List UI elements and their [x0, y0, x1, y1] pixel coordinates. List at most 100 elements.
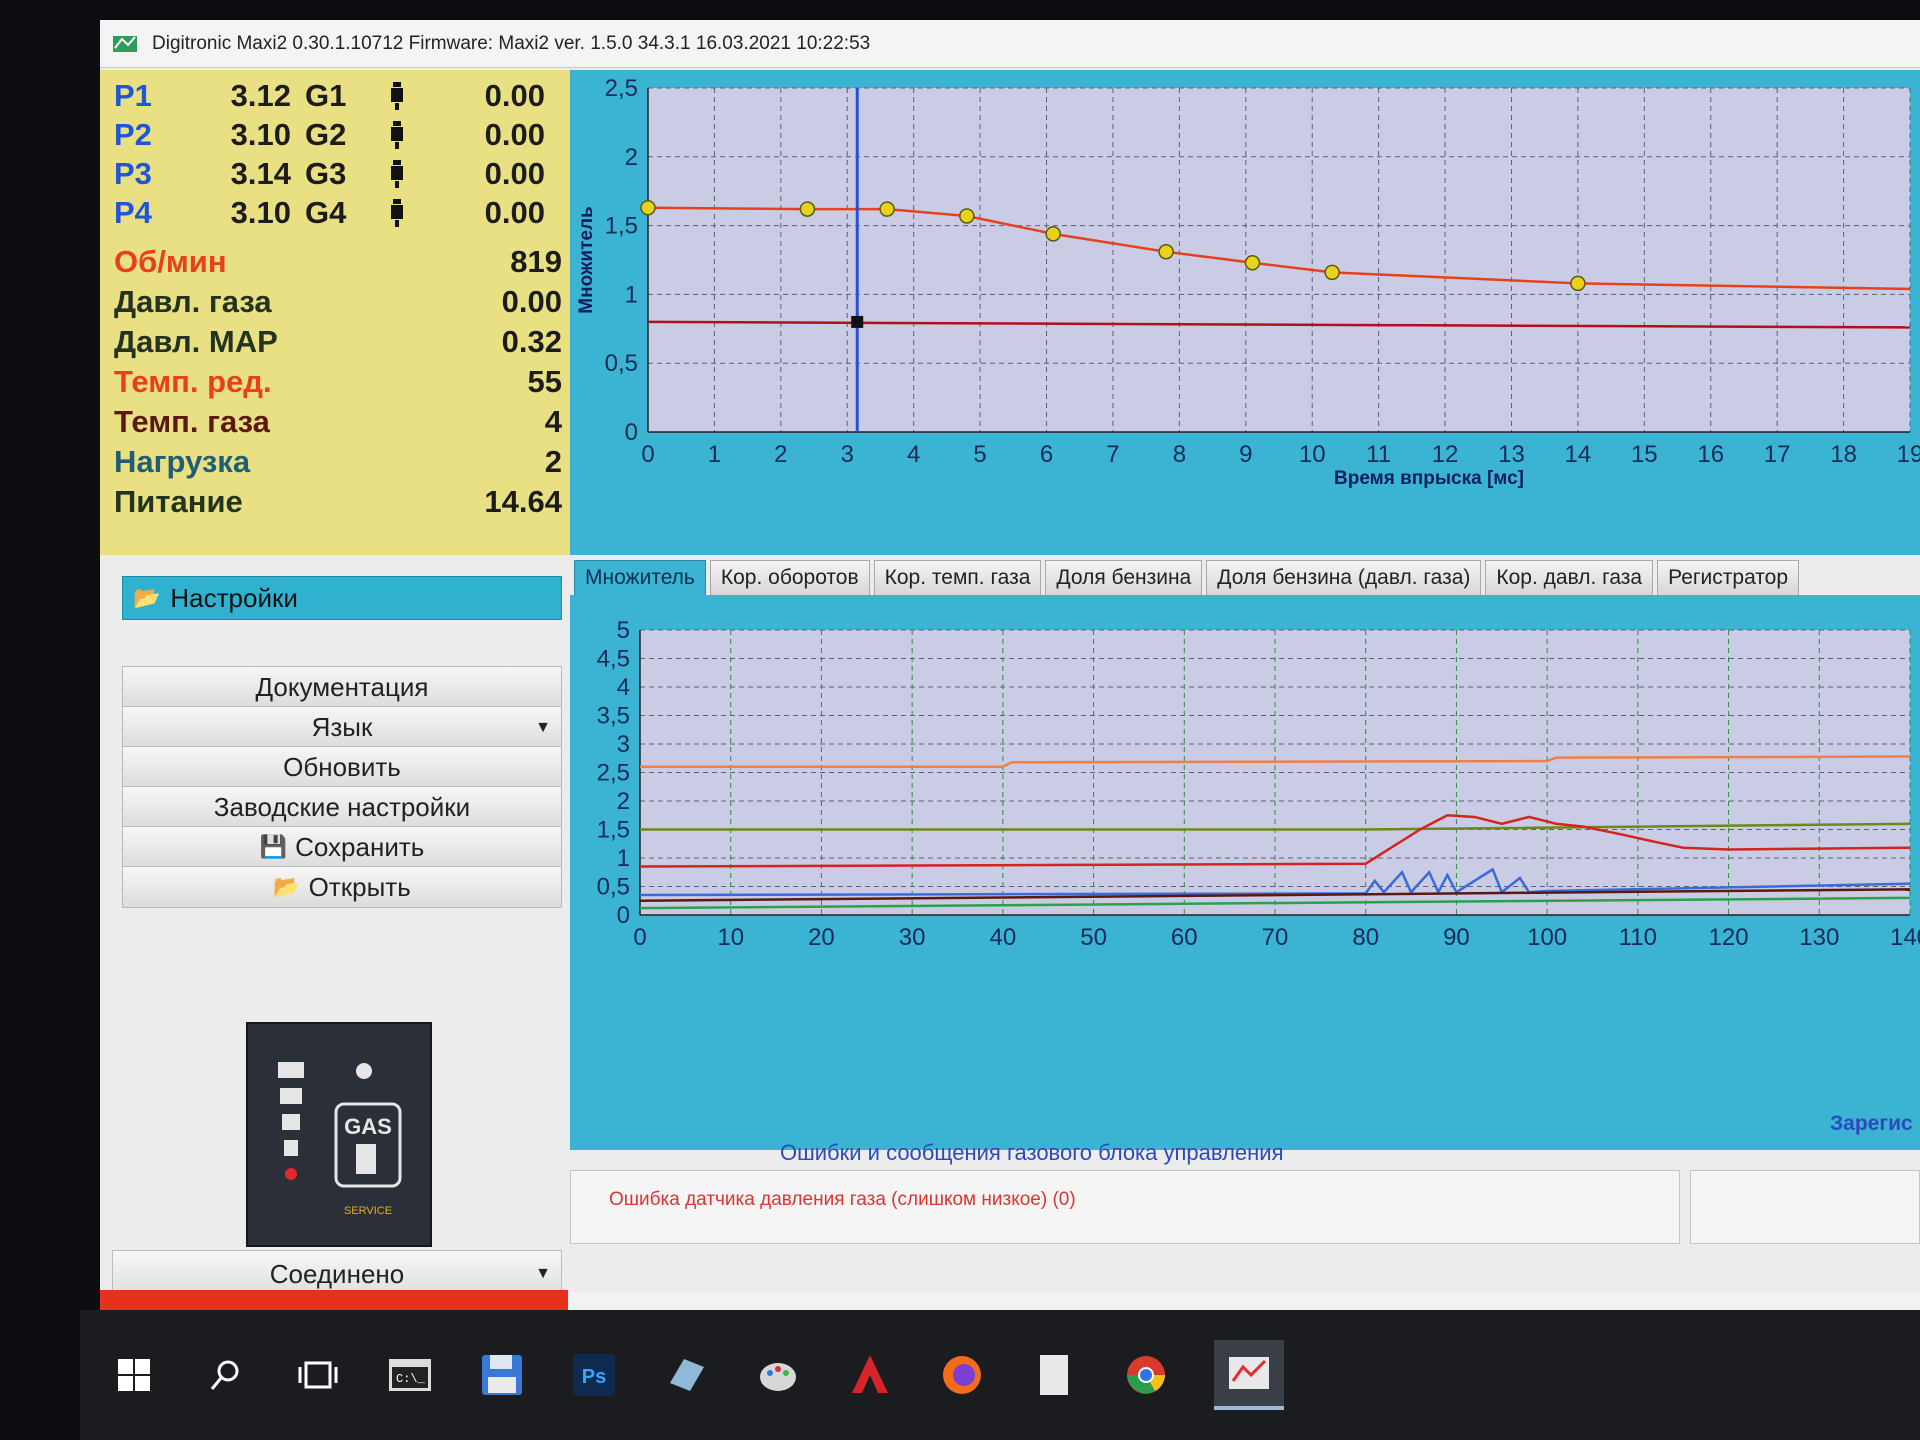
sensor-row: Давл. MAP 0.32 [114, 322, 562, 362]
terminal-icon[interactable]: C:\_ [386, 1351, 434, 1399]
x-tick-label: 11 [1366, 441, 1391, 468]
sensor-row: Об/мин 819 [114, 242, 562, 282]
x-tick-label: 8 [1173, 441, 1186, 468]
firefox-icon[interactable] [938, 1351, 986, 1399]
open-folder-icon: 📂 [273, 874, 301, 899]
search-icon[interactable] [202, 1351, 250, 1399]
y-tick-label: 0 [617, 902, 630, 929]
sensor-value: 2 [544, 444, 562, 479]
factory-settings-button[interactable]: Заводские настройки [122, 786, 562, 828]
windows-start-icon[interactable] [110, 1351, 158, 1399]
open-label: Открыть [308, 871, 411, 902]
refresh-label: Обновить [283, 751, 401, 782]
x-tick-label: 2 [774, 441, 787, 468]
petrol-injector-value: 3.10 [230, 194, 291, 230]
recorder-chart-panel: 0 10 20 30 40 50 60 70 80 90 100 110 120 130 140 00,511… [570, 595, 1920, 1150]
x-tick-label: 110 [1619, 924, 1657, 951]
data-point[interactable] [1570, 275, 1586, 292]
y-tick-label: 2 [617, 788, 630, 815]
x-tick-label: 140 [1890, 924, 1920, 951]
tab-4[interactable]: Доля бензина (давл. газа) [1206, 560, 1482, 596]
documentation-button[interactable]: Документация [122, 666, 562, 708]
x-tick-label: 120 [1709, 924, 1749, 951]
x-tick-label: 50 [1080, 924, 1107, 951]
sensor-value: 14.64 [484, 484, 562, 519]
data-point[interactable] [640, 199, 656, 216]
tab-6[interactable]: Регистратор [1657, 560, 1800, 596]
sensor-label: Нагрузка [114, 444, 251, 479]
errors-title: Ошибки и сообщения газового блока управл… [780, 1140, 1284, 1165]
plot-area [648, 88, 1910, 432]
x-tick-label: 80 [1352, 924, 1379, 951]
message-list[interactable] [1690, 1170, 1920, 1244]
x-tick-label: 14 [1565, 441, 1592, 468]
document-icon[interactable] [1030, 1351, 1078, 1399]
photoshop-icon[interactable]: Ps [570, 1351, 618, 1399]
data-point[interactable] [1324, 264, 1340, 281]
acrobat-icon[interactable] [846, 1351, 894, 1399]
documentation-label: Документация [255, 671, 429, 702]
x-tick-label: 70 [1262, 924, 1289, 951]
tab-5[interactable]: Кор. давл. газа [1485, 560, 1654, 596]
cursor-marker[interactable] [851, 315, 864, 328]
left-menu: 📂 Настройки Документация Язык ▼ Обновить … [100, 560, 570, 1320]
save-button[interactable]: 💾 Сохранить [122, 826, 562, 868]
digitronic-app-icon[interactable] [1214, 1340, 1284, 1410]
sensor-label: Питание [114, 484, 243, 519]
y-tick-label: 5 [617, 617, 630, 644]
settings-button[interactable]: 📂 Настройки [122, 576, 562, 620]
gas-injector-label: G1 [305, 77, 347, 113]
tab-3[interactable]: Доля бензина [1045, 560, 1203, 596]
multiplier-chart[interactable]: 0 1 2 3 4 5 6 7 8 9 10 11 12 13 14 15 16 17 18 1900,511,522… [570, 70, 1920, 555]
recorder-chart[interactable]: 0 10 20 30 40 50 60 70 80 90 100 110 120 130 140 00,511… [570, 595, 1920, 1150]
petrol-injector-label: P2 [114, 116, 152, 152]
register-link[interactable]: Зарегис [1830, 1112, 1913, 1136]
data-point[interactable] [879, 201, 895, 217]
petrol-injector-value: 3.12 [230, 77, 291, 113]
data-point[interactable] [959, 208, 975, 224]
chrome-icon[interactable] [1122, 1351, 1170, 1399]
x-tick-label: 90 [1443, 924, 1470, 951]
sensor-label: Давл. MAP [114, 324, 278, 359]
task-view-icon[interactable] [294, 1351, 342, 1399]
petrol-injector-label: P1 [114, 77, 152, 113]
data-point[interactable] [799, 201, 816, 217]
petrol-injector-label: P3 [114, 155, 152, 191]
gas-injector-label: G3 [305, 155, 347, 191]
language-dropdown[interactable]: Язык ▼ [122, 706, 562, 748]
sensor-label: Темп. ред. [114, 364, 272, 399]
x-tick-label: 13 [1498, 441, 1525, 468]
refresh-button[interactable]: Обновить [122, 746, 562, 788]
title-bar: Digitronic Maxi2 0.30.1.10712 Firmware: … [100, 20, 1920, 68]
tab-2[interactable]: Кор. темп. газа [873, 560, 1042, 596]
sensor-row: Питание 14.64 [114, 482, 562, 522]
gas-injector-value: 0.00 [484, 194, 545, 230]
sensor-panel: P1 3.12 G1 0.00 P2 3.10 G2 0.00 P3 3.14 G3 0.00 P4 3.… [100, 70, 570, 555]
x-tick-label: 16 [1697, 441, 1724, 468]
floppy-disk-icon[interactable] [478, 1351, 526, 1399]
open-button[interactable]: 📂 Открыть [122, 866, 562, 908]
error-list[interactable]: Ошибка датчика давления газа (слишком ни… [570, 1170, 1680, 1244]
chart-tabs: Множитель Кор. оборотов Кор. темп. газа Дол… [570, 560, 1920, 596]
petrol-injector-label: P4 [114, 194, 152, 230]
save-label: Сохранить [295, 831, 425, 862]
x-tick-label: 3 [841, 441, 854, 468]
data-point[interactable] [1045, 226, 1061, 242]
chevron-down-icon: ▼ [535, 1265, 551, 1282]
data-point[interactable] [1244, 255, 1261, 271]
gas-injector-value: 0.00 [484, 155, 545, 191]
x-tick-label: 0 [633, 924, 646, 951]
gas-injector-value: 0.00 [484, 116, 545, 152]
x-tick-label: 0 [641, 441, 654, 468]
y-tick-label: 4 [617, 674, 630, 701]
notepad-icon[interactable] [662, 1351, 710, 1399]
y-tick-label: 2,5 [597, 760, 630, 787]
tab-0[interactable]: Множитель [574, 560, 706, 596]
paint-icon[interactable] [754, 1351, 802, 1399]
tab-1[interactable]: Кор. оборотов [709, 560, 870, 596]
gas-switch-icon: GAS SERVICE [278, 1062, 402, 1217]
floppy-disk-icon: 💾 [259, 834, 288, 859]
y-tick-label: 2,5 [605, 75, 638, 102]
gas-injector-icon [379, 198, 415, 227]
data-point[interactable] [1158, 243, 1174, 260]
